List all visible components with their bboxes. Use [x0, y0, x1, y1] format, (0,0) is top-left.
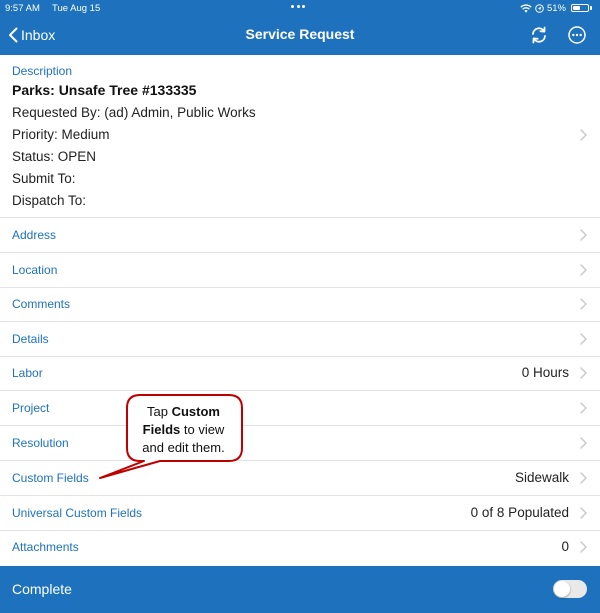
chevron-right-icon — [580, 402, 587, 414]
callout-text-1: Tap — [147, 404, 172, 419]
chevron-right-icon — [580, 264, 587, 276]
row-label: Location — [12, 263, 58, 277]
multitasking-dots-icon[interactable] — [291, 5, 309, 9]
chevron-right-icon — [580, 333, 587, 345]
status: Status: OPEN — [12, 149, 97, 164]
chevron-right-icon — [580, 229, 587, 241]
row-label: Custom Fields — [12, 471, 89, 485]
row-comments[interactable]: Comments — [0, 287, 600, 322]
refresh-button[interactable] — [529, 25, 549, 45]
battery-level — [573, 6, 580, 10]
row-label: Labor — [12, 366, 43, 380]
callout-text-2: to view — [180, 422, 225, 437]
row-label: Details — [12, 332, 49, 346]
callout-text: Tap Custom Fields to view and edit them. — [127, 403, 240, 457]
chevron-right-icon — [580, 507, 587, 519]
row-custom-fields[interactable]: Custom Fields Sidewalk — [0, 461, 600, 496]
chevron-right-icon — [580, 367, 587, 379]
navigation-bar: Inbox Service Request — [0, 16, 600, 55]
submit-to: Submit To: — [12, 171, 76, 186]
chevron-right-icon — [580, 298, 587, 310]
row-location[interactable]: Location — [0, 253, 600, 288]
callout-bold-2: Fields — [142, 422, 181, 437]
status-bar: 9:57 AM Tue Aug 15 51% — [0, 0, 600, 16]
row-label: Attachments — [12, 540, 79, 554]
dispatch-to: Dispatch To: — [12, 193, 87, 208]
row-value: 0 of 8 Populated — [470, 505, 569, 520]
chevron-right-icon — [580, 129, 587, 141]
chevron-right-icon — [580, 472, 587, 484]
complete-bar: Complete — [0, 566, 600, 613]
request-title: Parks: Unsafe Tree #133335 — [12, 82, 197, 98]
row-labor[interactable]: Labor 0 Hours — [0, 356, 600, 391]
row-label: Comments — [12, 297, 71, 311]
complete-label: Complete — [12, 581, 72, 597]
requested-by: Requested By: (ad) Admin, Public Works — [12, 105, 256, 120]
row-label: Resolution — [12, 436, 69, 450]
battery-percent: 51% — [546, 2, 566, 14]
row-label: Project — [12, 401, 50, 415]
row-label: Universal Custom Fields — [12, 506, 143, 520]
priority: Priority: Medium — [12, 127, 110, 142]
row-label: Address — [12, 228, 57, 242]
callout-bold-1: Custom — [171, 404, 220, 419]
chevron-right-icon — [580, 437, 587, 449]
refresh-icon — [532, 26, 546, 44]
row-value: Sidewalk — [514, 470, 569, 485]
status-date: Tue Aug 15 — [52, 3, 101, 14]
toggle-knob — [554, 581, 570, 597]
location-icon — [535, 3, 544, 13]
chevron-right-icon — [580, 541, 587, 553]
row-value: 0 — [561, 539, 569, 554]
battery-tip — [590, 6, 592, 10]
more-button[interactable] — [567, 25, 587, 45]
status-right: 51% — [520, 2, 592, 14]
row-attachments[interactable]: Attachments 0 — [0, 530, 600, 564]
row-value: 0 Hours — [521, 365, 569, 380]
callout-text-3: and edit them. — [142, 440, 225, 455]
complete-toggle[interactable] — [553, 580, 587, 598]
more-icon — [568, 26, 586, 44]
status-time: 9:57 AM — [5, 3, 40, 14]
top-bar: 9:57 AM Tue Aug 15 51% Inbox Service Req… — [0, 0, 600, 55]
row-details[interactable]: Details — [0, 322, 600, 357]
description-label: Description — [12, 64, 73, 78]
row-resolution[interactable]: Resolution — [0, 426, 600, 461]
row-project[interactable]: Project — [0, 391, 600, 426]
battery-icon — [571, 4, 589, 12]
description-section[interactable]: Description Parks: Unsafe Tree #133335 R… — [0, 55, 600, 218]
wifi-icon — [520, 3, 532, 13]
row-address[interactable]: Address — [0, 218, 600, 253]
row-universal-custom-fields[interactable]: Universal Custom Fields 0 of 8 Populated — [0, 496, 600, 531]
page-title: Service Request — [245, 26, 355, 42]
